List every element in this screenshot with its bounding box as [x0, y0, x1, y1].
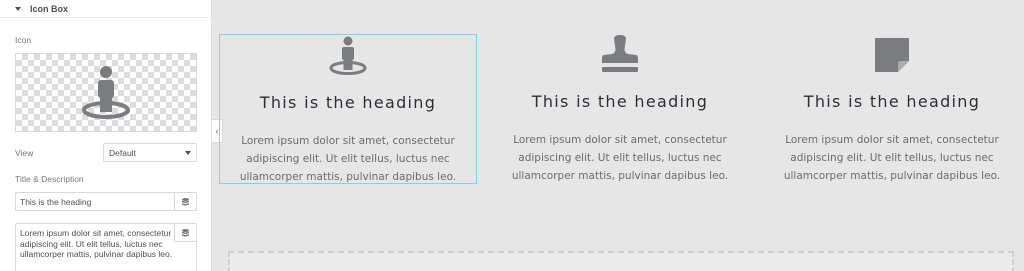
sticky-note-icon [875, 38, 909, 72]
chevron-down-icon [185, 151, 191, 155]
view-select[interactable]: Default [103, 143, 197, 162]
stamp-icon [602, 35, 638, 72]
database-icon [182, 197, 189, 205]
caret-down-icon [15, 6, 21, 11]
icon-box-heading: This is the heading [531, 92, 709, 111]
icon-box-description: Lorem ipsum dolor sit amet, consectetur … [239, 135, 457, 183]
description-textarea-value: Lorem ipsum dolor sit amet, consectetur … [20, 228, 173, 259]
title-input-value: This is the heading [20, 197, 92, 207]
icon-box-2-icon-wrap [491, 34, 749, 76]
add-section-drop-zone[interactable] [228, 251, 1014, 271]
title-description-label: Title & Description [15, 174, 84, 184]
icon-box-1[interactable]: This is the heading Lorem ipsum dolor si… [219, 34, 477, 184]
person-on-pin-icon [329, 36, 367, 75]
icon-box-1-icon-wrap [220, 35, 476, 77]
section-header-icon-box[interactable]: Icon Box [0, 0, 212, 18]
icon-label: Icon [15, 35, 32, 45]
dynamic-tags-button[interactable] [174, 224, 196, 242]
section-title: Icon Box [30, 3, 69, 14]
icon-box-3-icon-wrap [763, 34, 1021, 76]
icon-picker-preview[interactable] [15, 53, 197, 132]
icon-box-3[interactable]: This is the heading Lorem ipsum dolor si… [763, 34, 1021, 184]
icon-box-heading: This is the heading [259, 93, 437, 112]
description-textarea[interactable]: Lorem ipsum dolor sit amet, consectetur … [15, 223, 197, 271]
view-label: View [15, 148, 34, 158]
title-input[interactable]: This is the heading [15, 192, 197, 211]
icon-box-2[interactable]: This is the heading Lorem ipsum dolor si… [491, 34, 749, 184]
database-icon [182, 228, 189, 236]
view-select-value: Default [109, 147, 136, 158]
person-on-pin-icon [82, 65, 130, 119]
icon-box-description: Lorem ipsum dolor sit amet, consectetur … [783, 134, 1001, 182]
icon-box-heading: This is the heading [803, 92, 981, 111]
icon-box-description: Lorem ipsum dolor sit amet, consectetur … [511, 134, 729, 182]
dynamic-tags-button[interactable] [174, 193, 196, 210]
editor-panel: Icon Box Icon View Default Title & Descr… [0, 0, 212, 271]
